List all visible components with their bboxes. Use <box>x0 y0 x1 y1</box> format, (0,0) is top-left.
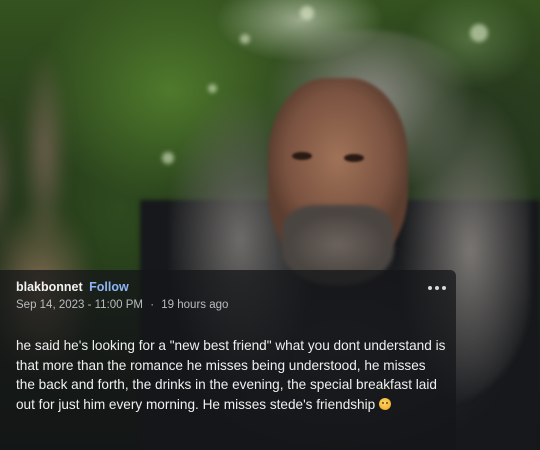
comment-card: blakbonnet Follow Sep 14, 2023 - 11:00 P… <box>0 270 456 450</box>
username-link[interactable]: blakbonnet <box>16 280 83 294</box>
post-date[interactable]: Sep 14, 2023 - 11:00 PM <box>16 299 143 311</box>
dot <box>435 286 439 290</box>
light-bokeh <box>162 152 174 164</box>
light-bokeh <box>300 6 314 20</box>
light-bokeh <box>240 34 250 44</box>
comment-meta: Sep 14, 2023 - 11:00 PM · 19 hours ago <box>16 298 228 313</box>
follow-button[interactable]: Follow <box>89 280 129 294</box>
light-bokeh <box>470 24 488 42</box>
comment-body: he said he's looking for a "new best fri… <box>16 336 448 414</box>
right-eye <box>344 154 364 162</box>
dot <box>442 286 446 290</box>
sad-face-emoji-icon <box>379 397 392 410</box>
comment-header: blakbonnet Follow <box>16 279 129 295</box>
relative-time: 19 hours ago <box>161 299 229 311</box>
dot <box>428 286 432 290</box>
more-options-icon[interactable] <box>428 286 446 290</box>
screenshot-stage: blakbonnet Follow Sep 14, 2023 - 11:00 P… <box>0 0 540 450</box>
meta-separator: · <box>150 299 155 311</box>
left-eye <box>292 152 312 160</box>
